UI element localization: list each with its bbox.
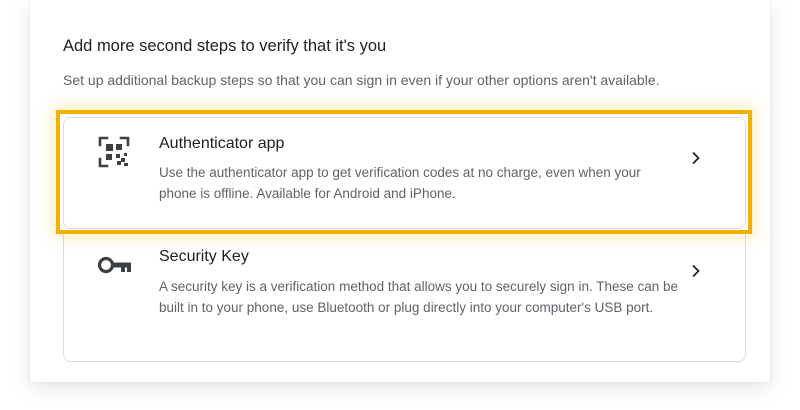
- key-icon: [97, 255, 132, 280]
- page: Add more second steps to verify that it'…: [0, 0, 800, 410]
- security-key-description: A security key is a verification method …: [159, 279, 679, 315]
- qr-code-icon: [98, 136, 130, 173]
- section-heading: Add more second steps to verify that it'…: [63, 37, 387, 55]
- section-subheading: Set up additional backup steps so that y…: [63, 72, 660, 88]
- security-key-option[interactable]: Security Key A security key is a verific…: [63, 238, 746, 356]
- authenticator-app-option[interactable]: Authenticator app Use the authenticator …: [63, 117, 746, 229]
- security-key-title: Security Key: [159, 248, 249, 265]
- chevron-right-icon: [689, 151, 703, 165]
- chevron-right-icon: [689, 264, 703, 278]
- authenticator-app-description: Use the authenticator app to get verific…: [159, 165, 641, 201]
- authenticator-app-title: Authenticator app: [159, 135, 285, 152]
